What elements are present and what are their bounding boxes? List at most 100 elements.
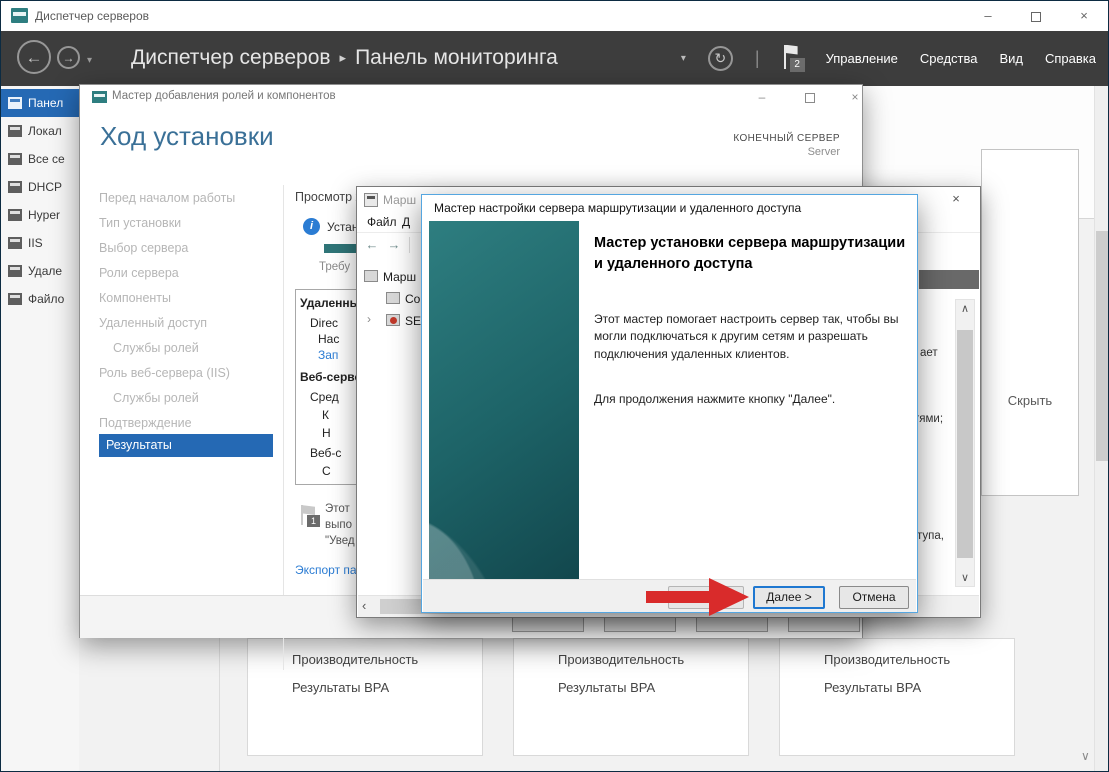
performance-link[interactable]: Производительность bbox=[824, 652, 950, 667]
destination-server: КОНЕЧНЫЙ СЕРВЕР Server bbox=[600, 133, 840, 158]
wizard-step-server-selection[interactable]: Выбор сервера bbox=[99, 241, 279, 255]
toolbar-back-icon[interactable]: ← bbox=[362, 236, 382, 254]
wizard-step-results[interactable]: Результаты bbox=[99, 434, 273, 457]
toolbar-forward-icon[interactable]: → bbox=[384, 236, 404, 254]
wizard-watermark-panel bbox=[429, 221, 579, 579]
close-icon[interactable]: × bbox=[941, 189, 971, 209]
flag-pole bbox=[784, 45, 786, 69]
box-line: Нас bbox=[318, 332, 339, 346]
export-settings-link[interactable]: Экспорт пар bbox=[295, 563, 358, 577]
sidebar-item-label: IIS bbox=[28, 236, 43, 250]
bpa-results-link[interactable]: Результаты BPA bbox=[292, 680, 389, 695]
details-header-band bbox=[919, 270, 979, 289]
wizard-step-role-services[interactable]: Службы ролей bbox=[113, 341, 293, 355]
details-vertical-scrollbar[interactable]: ∧ ∨ bbox=[955, 299, 975, 587]
wizard-step-role-services-2[interactable]: Службы ролей bbox=[113, 391, 293, 405]
sidebar-item-file-services[interactable]: Файло bbox=[1, 285, 79, 313]
notify-flag-pole bbox=[301, 505, 303, 525]
remote-access-icon bbox=[8, 265, 22, 277]
screen: Диспетчер серверов – × ← → ▾ Диспетчер с… bbox=[0, 0, 1109, 772]
menu-action[interactable]: Д bbox=[402, 215, 410, 229]
maximize-box bbox=[1031, 12, 1041, 22]
wizard-step-web-server-role[interactable]: Роль веб-сервера (IIS) bbox=[99, 366, 279, 380]
sidebar-item-dhcp[interactable]: DHCP bbox=[1, 173, 79, 201]
main-scrollbar[interactable] bbox=[1094, 86, 1109, 772]
wizard-step-installation-type[interactable]: Тип установки bbox=[99, 216, 279, 230]
box-link[interactable]: Зап bbox=[318, 348, 338, 362]
scrollbar-thumb[interactable] bbox=[1096, 231, 1109, 461]
tree-root-label[interactable]: Марш bbox=[383, 270, 416, 284]
menu-tools[interactable]: Средства bbox=[920, 51, 978, 66]
scroll-down-icon[interactable]: ∨ bbox=[1081, 749, 1090, 763]
wizard-step-server-roles[interactable]: Роли сервера bbox=[99, 266, 279, 280]
menu-manage[interactable]: Управление bbox=[826, 51, 898, 66]
box-line: Удаленны bbox=[300, 296, 358, 310]
breadcrumb-separator-icon: ▸ bbox=[340, 50, 347, 65]
notification-panel: Скрыть bbox=[981, 149, 1079, 496]
header-divider: | bbox=[755, 48, 760, 69]
tree-server-status-label[interactable]: Со bbox=[405, 292, 420, 306]
menu-file[interactable]: Файл bbox=[367, 215, 397, 229]
file-services-icon bbox=[8, 293, 22, 305]
minimize-icon[interactable]: – bbox=[966, 1, 1010, 31]
sidebar-item-hyperv[interactable]: Hyper bbox=[1, 201, 79, 229]
server-manager-header: ← → ▾ Диспетчер серверов ▸ Панель монитори… bbox=[1, 31, 1109, 86]
forward-icon[interactable]: → bbox=[57, 46, 80, 69]
breadcrumb-page: Панель мониторинга bbox=[355, 46, 558, 69]
sidebar-item-label: Файло bbox=[28, 292, 64, 306]
console-root-icon bbox=[364, 270, 378, 282]
rras-console-icon bbox=[364, 193, 378, 207]
sidebar-item-dashboard[interactable]: Панел bbox=[1, 89, 79, 117]
wizard-step-features[interactable]: Компоненты bbox=[99, 291, 279, 305]
sidebar-item-local-server[interactable]: Локал bbox=[1, 117, 79, 145]
menu-help[interactable]: Справка bbox=[1045, 51, 1096, 66]
wizard-window-title: Мастер добавления ролей и компонентов bbox=[112, 90, 336, 102]
close-icon[interactable]: × bbox=[835, 85, 875, 109]
maximize-icon[interactable] bbox=[1014, 1, 1058, 31]
bpa-results-link[interactable]: Результаты BPA bbox=[558, 680, 655, 695]
scroll-up-icon[interactable]: ∧ bbox=[956, 302, 974, 315]
wizard-page-title: Ход установки bbox=[100, 121, 274, 152]
wizard-step-remote-access[interactable]: Удаленный доступ bbox=[99, 316, 279, 330]
wizard-previous-button[interactable] bbox=[512, 617, 584, 632]
wizard-cancel-button[interactable] bbox=[788, 617, 860, 632]
performance-link[interactable]: Производительность bbox=[558, 652, 684, 667]
sidebar-item-label: Панел bbox=[28, 96, 63, 110]
cancel-button[interactable]: Отмена bbox=[839, 586, 909, 609]
scroll-down-icon[interactable]: ∨ bbox=[956, 571, 974, 584]
wizard-step-before-you-begin[interactable]: Перед началом работы bbox=[99, 191, 279, 205]
wizard-step-confirmation[interactable]: Подтверждение bbox=[99, 416, 279, 430]
sidebar-item-remote-access[interactable]: Удале bbox=[1, 257, 79, 285]
scrollbar-thumb[interactable] bbox=[957, 330, 973, 558]
local-server-icon bbox=[8, 125, 22, 137]
sidebar-item-iis[interactable]: IIS bbox=[1, 229, 79, 257]
minimize-icon[interactable]: – bbox=[742, 85, 782, 109]
dialog-heading: Мастер установки сервера маршрутизации и… bbox=[594, 233, 916, 275]
history-caret-icon[interactable]: ▾ bbox=[87, 55, 92, 66]
server-status-icon bbox=[386, 292, 400, 304]
refresh-icon[interactable]: ↻ bbox=[708, 46, 733, 71]
rras-console-title: Марш bbox=[383, 193, 416, 207]
menu-view[interactable]: Вид bbox=[999, 51, 1023, 66]
close-icon[interactable]: × bbox=[1062, 1, 1106, 31]
maximize-icon[interactable] bbox=[790, 85, 830, 109]
box-line: С bbox=[322, 464, 331, 478]
header-menu: ▾ ↻ | 2 Управление Средства Вид Справка bbox=[681, 31, 1096, 86]
notifications-flag-icon[interactable]: 2 bbox=[782, 45, 804, 73]
scroll-left-icon[interactable]: ‹ bbox=[362, 598, 366, 613]
flag-shape bbox=[784, 45, 798, 55]
notifications-badge: 2 bbox=[790, 58, 805, 72]
manage-caret-icon[interactable]: ▾ bbox=[681, 53, 686, 64]
tree-expand-icon[interactable]: › bbox=[367, 312, 371, 326]
breadcrumb: Диспетчер серверов ▸ Панель мониторинга bbox=[131, 46, 558, 70]
server-manager-titlebar: Диспетчер серверов – × bbox=[1, 1, 1109, 31]
sidebar-item-label: DHCP bbox=[28, 180, 62, 194]
back-icon[interactable]: ← bbox=[17, 40, 51, 74]
box-line: Веб-серве bbox=[300, 370, 358, 384]
sidebar-item-all-servers[interactable]: Все се bbox=[1, 145, 79, 173]
box-line: К bbox=[322, 408, 329, 422]
note-line: Этот bbox=[325, 503, 350, 515]
breadcrumb-root[interactable]: Диспетчер серверов bbox=[131, 46, 331, 69]
hide-button[interactable]: Скрыть bbox=[982, 393, 1078, 408]
bpa-results-link[interactable]: Результаты BPA bbox=[824, 680, 921, 695]
